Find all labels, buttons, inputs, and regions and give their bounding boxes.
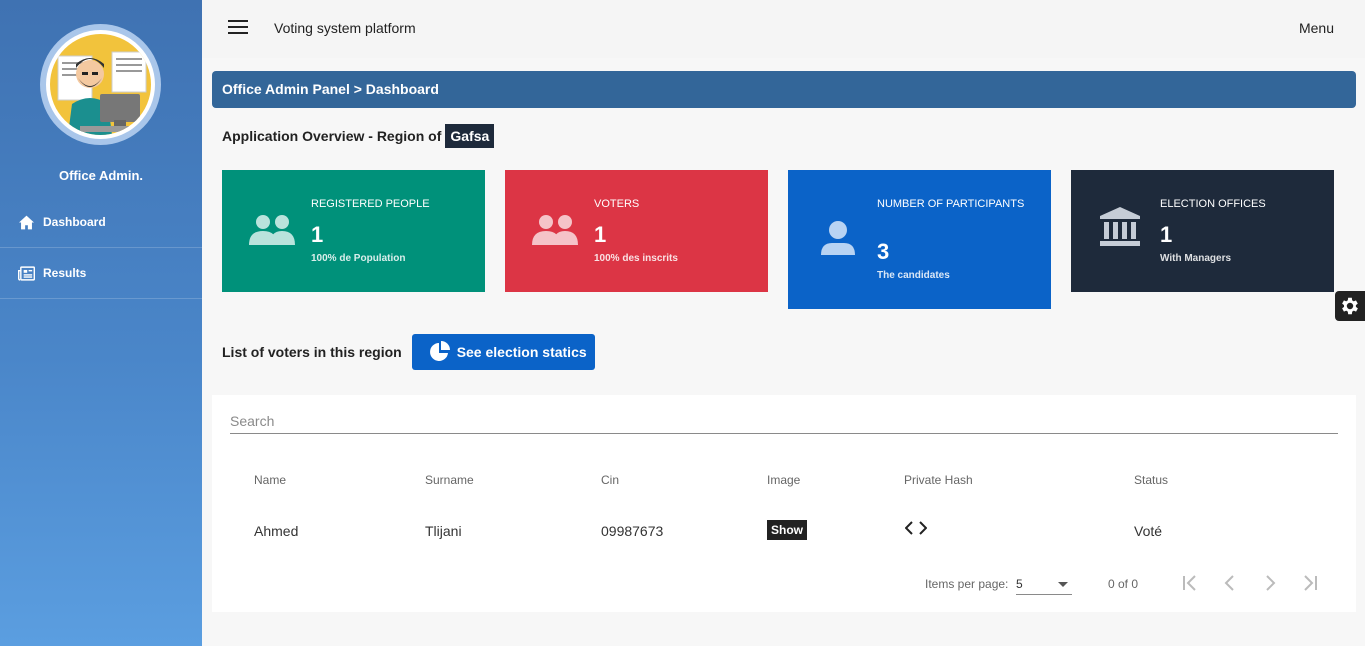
card-election-offices: ELECTION OFFICES 1 With Managers — [1071, 170, 1334, 292]
card-value: 1 — [594, 222, 607, 247]
column-header-surname[interactable]: Surname — [425, 473, 474, 487]
voters-header: List of voters in this region See electi… — [222, 334, 595, 370]
column-header-status[interactable]: Status — [1134, 473, 1168, 487]
newspaper-icon — [18, 265, 35, 281]
card-voters: VOTERS 1 100% des inscrits — [505, 170, 768, 292]
admin-name: Office Admin. — [58, 168, 144, 183]
show-image-button[interactable]: Show — [767, 520, 807, 540]
card-label: ELECTION OFFICES — [1160, 198, 1266, 210]
card-label: NUMBER OF PARTICIPANTS — [877, 198, 1025, 210]
first-page-icon[interactable] — [1180, 573, 1200, 593]
hamburger-menu-icon[interactable] — [228, 20, 248, 36]
items-per-page-label: Items per page: — [925, 577, 1009, 591]
card-value: 1 — [311, 222, 324, 247]
pie-chart-icon — [429, 341, 450, 361]
cell-cin: 09987673 — [601, 523, 664, 539]
sidebar-item-label: Dashboard — [43, 215, 106, 229]
next-page-icon[interactable] — [1260, 573, 1280, 593]
card-label: REGISTERED PEOPLE — [311, 198, 430, 210]
card-subtitle: The candidates — [877, 270, 950, 281]
settings-gear-button[interactable] — [1335, 291, 1365, 321]
sidebar: Office Admin. Dashboard Results — [0, 0, 202, 646]
home-icon — [19, 215, 34, 229]
voters-title: List of voters in this region — [222, 344, 402, 360]
people-icon — [249, 215, 295, 245]
column-header-image[interactable]: Image — [767, 473, 800, 487]
avatar — [40, 24, 161, 145]
card-value: 3 — [877, 239, 890, 264]
previous-page-icon[interactable] — [1220, 573, 1240, 593]
card-participants: NUMBER OF PARTICIPANTS 3 The candidates — [788, 170, 1051, 309]
card-value: 1 — [1160, 222, 1173, 247]
sidebar-item-dashboard[interactable]: Dashboard — [0, 197, 202, 248]
sidebar-item-label: Results — [43, 266, 87, 280]
person-icon — [821, 221, 855, 255]
gear-icon — [1342, 297, 1358, 315]
stats-button-label: See election statics — [456, 344, 587, 360]
overview-heading: Application Overview - Region of Gafsa — [222, 124, 495, 148]
items-per-page-value: 5 — [1016, 577, 1023, 591]
column-header-private-hash[interactable]: Private Hash — [904, 473, 973, 487]
search-input[interactable] — [230, 409, 1338, 434]
admin-avatar-illustration — [57, 51, 150, 135]
card-label: VOTERS — [594, 198, 640, 210]
voters-table-panel: Name Surname Cin Image Private Hash Stat… — [212, 395, 1356, 612]
menu-button[interactable]: Menu — [1299, 20, 1334, 36]
last-page-icon[interactable] — [1300, 573, 1320, 593]
top-bar: Voting system platform Menu — [202, 0, 1365, 58]
breadcrumb: Office Admin Panel > Dashboard — [212, 71, 1356, 108]
items-per-page-select[interactable]: 5 — [1016, 570, 1072, 595]
region-badge: Gafsa — [445, 124, 495, 148]
column-header-cin[interactable]: Cin — [601, 473, 619, 487]
sidebar-item-results[interactable]: Results — [0, 248, 202, 299]
card-registered-people: REGISTERED PEOPLE 1 100% de Population — [222, 170, 485, 292]
card-subtitle: 100% des inscrits — [594, 253, 678, 264]
card-subtitle: 100% de Population — [311, 253, 406, 264]
pagination-range: 0 of 0 — [1108, 577, 1139, 591]
people-icon — [532, 215, 578, 245]
column-header-name[interactable]: Name — [254, 473, 286, 487]
cell-name: Ahmed — [254, 523, 299, 539]
card-subtitle: With Managers — [1160, 253, 1232, 264]
code-icon[interactable] — [905, 521, 927, 535]
cell-surname: Tlijani — [425, 523, 462, 539]
cell-status: Voté — [1134, 523, 1163, 539]
app-title: Voting system platform — [274, 20, 416, 36]
see-election-statics-button[interactable]: See election statics — [411, 334, 595, 370]
overview-prefix: Application Overview - Region of — [222, 128, 442, 144]
chevron-down-icon — [1058, 582, 1068, 587]
bank-icon — [1100, 207, 1140, 246]
